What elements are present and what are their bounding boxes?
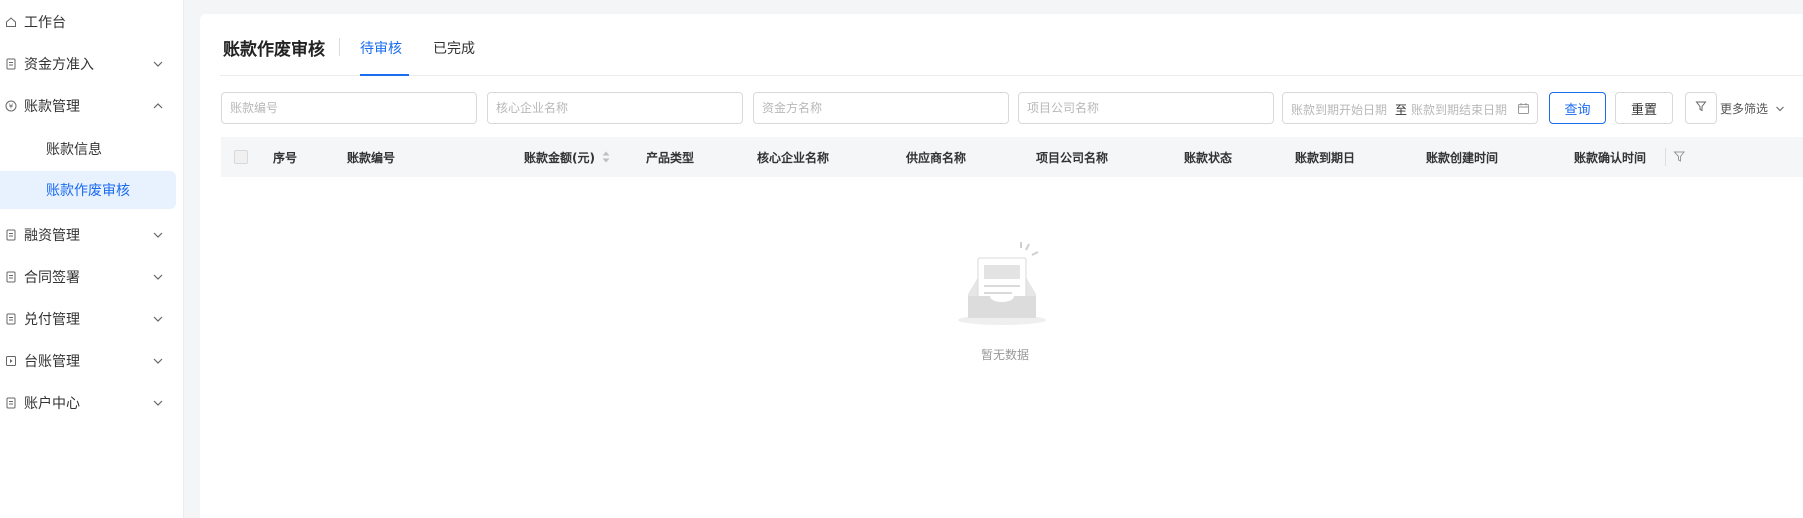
due-start-date-field[interactable]: 账款到期开始日期 — [1291, 101, 1387, 118]
home-icon — [5, 16, 17, 28]
document-icon — [5, 397, 17, 409]
chevron-down-icon — [152, 271, 164, 283]
sidebar-item-label: 账户中心 — [24, 396, 80, 412]
filter-icon — [1695, 100, 1707, 116]
sidebar-item-label: 合同签署 — [24, 270, 80, 286]
sidebar-item-contract-signing[interactable]: 合同签署 — [0, 259, 176, 295]
sidebar-subitem-bill-info[interactable]: 账款信息 — [0, 130, 176, 168]
chevron-down-icon — [152, 229, 164, 241]
search-button[interactable]: 查询 — [1549, 92, 1606, 124]
core-company-input[interactable] — [487, 92, 743, 124]
sidebar-item-label: 兑付管理 — [24, 312, 80, 328]
sidebar-subitem-bill-void-review[interactable]: 账款作废审核 — [0, 171, 176, 209]
column-settings-icon[interactable] — [1673, 150, 1686, 167]
sidebar-item-label: 工作台 — [24, 15, 66, 31]
chevron-down-icon — [152, 355, 164, 367]
funder-name-input[interactable] — [753, 92, 1009, 124]
chevron-down-icon — [152, 58, 164, 70]
sidebar-item-ledger[interactable]: 台账管理 — [0, 343, 176, 379]
column-project-company: 项目公司名称 — [1036, 151, 1109, 165]
calendar-icon[interactable] — [1517, 102, 1530, 118]
column-divider — [1665, 148, 1666, 166]
column-index: 序号 — [273, 151, 298, 165]
column-bill-no: 账款编号 — [347, 151, 396, 165]
title-divider — [339, 38, 340, 56]
page-title: 账款作废审核 — [223, 40, 325, 60]
column-bill-status: 账款状态 — [1184, 151, 1233, 165]
sidebar-item-funder-access[interactable]: 资金方准入 — [0, 46, 176, 82]
due-date-range-picker[interactable]: 账款到期开始日期 至 账款到期结束日期 — [1282, 92, 1538, 124]
column-supplier: 供应商名称 — [906, 151, 967, 165]
sidebar: 工作台 资金方准入 ¥ 账款管理 账款信息 账款作废审核 融资管理 合同签署 兑… — [0, 0, 184, 518]
sidebar-item-label: 资金方准入 — [24, 57, 94, 73]
chevron-down-icon — [152, 313, 164, 325]
main-panel: 账款作废审核 待审核 已完成 账款到期开始日期 至 账款到期结束日期 查询 重置… — [200, 14, 1803, 518]
tab-completed[interactable]: 已完成 — [433, 38, 475, 58]
more-filters-label: 更多筛选 — [1720, 102, 1769, 116]
sidebar-item-account-center[interactable]: 账户中心 — [0, 385, 176, 421]
ledger-icon — [5, 355, 17, 367]
sidebar-item-label: 台账管理 — [24, 354, 80, 370]
project-company-input[interactable] — [1018, 92, 1274, 124]
sidebar-subitem-label: 账款作废审核 — [46, 183, 130, 199]
filter-button[interactable] — [1685, 92, 1717, 124]
svg-text:¥: ¥ — [9, 103, 14, 111]
sidebar-item-bill-management[interactable]: ¥ 账款管理 — [0, 88, 176, 124]
empty-inbox-icon — [952, 234, 1052, 334]
column-confirmed-time: 账款确认时间 — [1574, 151, 1647, 165]
sidebar-item-workbench[interactable]: 工作台 — [0, 4, 176, 40]
sidebar-item-financing[interactable]: 融资管理 — [0, 217, 176, 253]
sidebar-item-redemption[interactable]: 兑付管理 — [0, 301, 176, 337]
range-separator: 至 — [1395, 103, 1408, 117]
chevron-up-icon — [152, 100, 164, 112]
sidebar-item-label: 账款管理 — [24, 99, 80, 115]
active-tab-indicator — [360, 74, 409, 76]
tabs-divider — [220, 75, 1803, 76]
document-icon — [5, 313, 17, 325]
select-all-checkbox[interactable] — [234, 150, 248, 164]
document-icon — [5, 271, 17, 283]
column-core-company: 核心企业名称 — [757, 151, 830, 165]
sidebar-item-label: 融资管理 — [24, 228, 80, 244]
due-end-date-field[interactable]: 账款到期结束日期 — [1411, 101, 1507, 118]
reset-button[interactable]: 重置 — [1615, 92, 1673, 124]
document-icon — [5, 58, 17, 70]
column-due-date: 账款到期日 — [1295, 151, 1356, 165]
column-created-time: 账款创建时间 — [1426, 151, 1499, 165]
column-amount[interactable]: 账款金额(元) — [524, 149, 595, 166]
sidebar-subitem-label: 账款信息 — [46, 142, 102, 158]
more-filters-toggle[interactable]: 更多筛选 — [1720, 100, 1785, 117]
money-icon: ¥ — [5, 100, 17, 112]
sort-icon[interactable] — [601, 150, 611, 168]
tab-pending-review[interactable]: 待审核 — [360, 38, 402, 58]
chevron-down-icon — [1775, 103, 1785, 117]
bill-no-input[interactable] — [221, 92, 477, 124]
table-header: 序号 账款编号 账款金额(元) 产品类型 核心企业名称 供应商名称 项目公司名称… — [221, 137, 1803, 177]
chevron-down-icon — [152, 397, 164, 409]
column-product-type: 产品类型 — [646, 151, 695, 165]
empty-state-text: 暂无数据 — [981, 348, 1030, 362]
document-icon — [5, 229, 17, 241]
